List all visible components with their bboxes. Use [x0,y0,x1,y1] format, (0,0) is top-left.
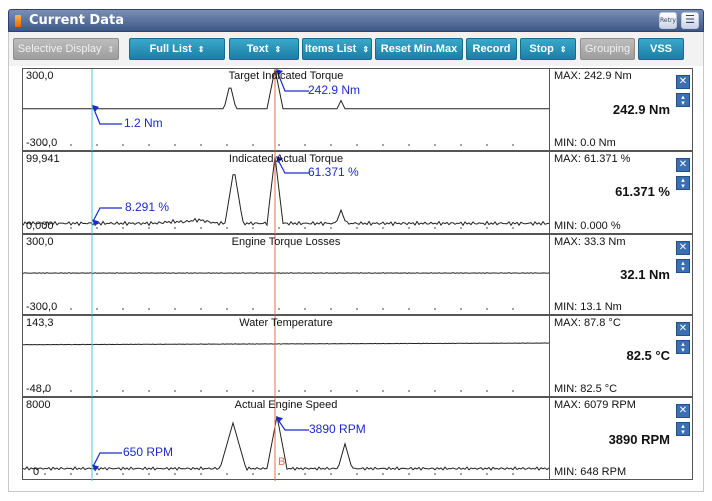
plot-area[interactable]: 143,3 -48,0 Water Temperature [23,316,549,398]
stop-button[interactable]: Stop ⇕ [520,38,576,60]
max-value: MAX: 33.3 Nm [554,236,626,248]
chart-title: Water Temperature [239,317,333,329]
min-value: MIN: 0.0 Nm [554,137,616,149]
stop-label: Stop [529,43,554,55]
current-value: 82.5 °C [626,348,670,363]
updown-arrow-icon: ⇕ [362,44,370,54]
current-value: 242.9 Nm [612,102,670,117]
x-axis-ticks [44,390,514,392]
current-value: 3890 RPM [608,432,670,447]
cursor-b-label: B [278,456,286,468]
max-value: MAX: 242.9 Nm [554,70,632,82]
x-axis-ticks [44,227,514,229]
window-title-bar: Current Data Retry ☰ [8,9,704,32]
items-list-button[interactable]: Items List ⇕ [302,38,372,60]
chart-panel-target-indicated-torque: 300,0 -300,0 Target Indicated Torque 1.2… [22,68,694,152]
close-icon[interactable]: ✕ [676,158,690,172]
y-min-label: 0,000 [26,220,54,232]
cursor-b-value: 61.371 % [308,165,359,179]
reorder-icon[interactable]: ▴ ▾ [676,259,690,273]
updown-arrow-icon: ⇕ [559,44,567,54]
record-button[interactable]: Record [466,38,517,60]
cursor-a-pointer [92,452,122,467]
plot-area[interactable]: 8000 0 Actual Engine Speed 650 RPM 3890 … [23,398,549,481]
cursor-a-pointer [92,207,122,222]
x-axis-ticks [44,473,514,475]
cursor-b-value: 242.9 Nm [308,83,361,97]
reorder-icon[interactable]: ▴ ▾ [676,340,690,354]
chart-panel-engine-torque-losses: 300,0 -300,0 Engine Torque Losses MAX: 3… [22,234,694,316]
chart-title: Indicated Actual Torque [228,153,344,165]
cursor-b-pointer [276,417,309,431]
current-value: 32.1 Nm [620,267,670,282]
value-info: MAX: 6079 RPM 3890 RPM MIN: 648 RPM ✕ ▴ ▾ [549,398,694,479]
full-list-button[interactable]: Full List ⇕ [129,38,225,60]
retry-button[interactable]: Retry [659,12,677,29]
chart-title: Engine Torque Losses [231,236,341,248]
min-value: MIN: 82.5 °C [554,383,618,395]
chart-panel-indicated-actual-torque: 99,941 0,000 Indicated Actual Torque 8.2… [22,151,694,235]
toolbar: Selective Display ⇕ Full List ⇕ Text ⇕ Item… [8,32,704,66]
close-icon[interactable]: ✕ [676,404,690,418]
x-axis-ticks [44,308,514,310]
reorder-icon[interactable]: ▴ ▾ [676,176,690,190]
cursor-a-value: 1.2 Nm [124,116,163,130]
chart-panel-actual-engine-speed: 8000 0 Actual Engine Speed 650 RPM 3890 … [22,397,694,481]
series-line [23,342,549,346]
min-value: MIN: 13.1 Nm [554,301,622,313]
current-value: 61.371 % [615,184,670,199]
x-axis-ticks [44,144,514,146]
reset-min-max-button[interactable]: Reset Min.Max [375,38,463,60]
cursor-a-value: 8.291 % [125,200,170,214]
updown-arrow-icon: ⇕ [197,44,205,54]
vss-button[interactable]: VSS [638,38,684,60]
value-info: MAX: 242.9 Nm 242.9 Nm MIN: 0.0 Nm ✕ ▴ ▾ [549,69,694,150]
y-min-label: 0 [33,466,40,478]
y-min-label: -48,0 [26,383,52,395]
close-icon[interactable]: ✕ [676,322,690,336]
chart-title: Actual Engine Speed [234,399,338,411]
chart-title: Target Indicated Torque [228,70,344,82]
close-icon[interactable]: ✕ [676,241,690,255]
max-value: MAX: 87.8 °C [554,317,621,329]
value-info: MAX: 61.371 % 61.371 % MIN: 0.000 % ✕ ▴ ▾ [549,152,694,233]
value-info: MAX: 33.3 Nm 32.1 Nm MIN: 13.1 Nm ✕ ▴ ▾ [549,235,694,314]
reorder-icon[interactable]: ▴ ▾ [676,422,690,436]
selective-display-button[interactable]: Selective Display ⇕ [13,38,119,60]
series-line [23,416,549,472]
selective-display-label: Selective Display [17,43,102,55]
cursor-a-pointer [92,106,122,125]
min-value: MIN: 648 RPM [554,466,627,478]
plot-area[interactable]: 300,0 -300,0 Engine Torque Losses [23,235,549,316]
updown-arrow-icon: ⇕ [107,44,115,54]
items-list-label: Items List [304,43,357,55]
cursor-a-value: 650 RPM [123,445,174,459]
cursor-b-value: 3890 RPM [309,422,366,436]
series-line [23,272,549,275]
y-min-label: -300,0 [26,137,58,149]
chart-panel-water-temperature: 143,3 -48,0 Water Temperature MAX: 87.8 … [22,315,694,398]
close-icon[interactable]: ✕ [676,75,690,89]
full-list-label: Full List [149,43,192,55]
reorder-icon[interactable]: ▴ ▾ [676,93,690,107]
text-label: Text [246,43,269,55]
plot-area[interactable]: 99,941 0,000 Indicated Actual Torque 8.2… [23,152,549,235]
menu-icon[interactable]: ☰ [681,12,699,29]
value-info: MAX: 87.8 °C 82.5 °C MIN: 82.5 °C ✕ ▴ ▾ [549,316,694,396]
series-line [23,156,549,227]
max-value: MAX: 61.371 % [554,153,631,165]
plot-area[interactable]: 300,0 -300,0 Target Indicated Torque 1.2… [23,69,549,152]
min-value: MIN: 0.000 % [554,220,621,232]
y-min-label: -300,0 [26,301,58,313]
app-icon [15,14,21,27]
updown-arrow-icon: ⇕ [274,44,282,54]
text-button[interactable]: Text ⇕ [229,38,299,60]
window-title: Current Data [29,13,124,28]
max-value: MAX: 6079 RPM [554,399,636,411]
grouping-button[interactable]: Grouping [580,38,635,60]
